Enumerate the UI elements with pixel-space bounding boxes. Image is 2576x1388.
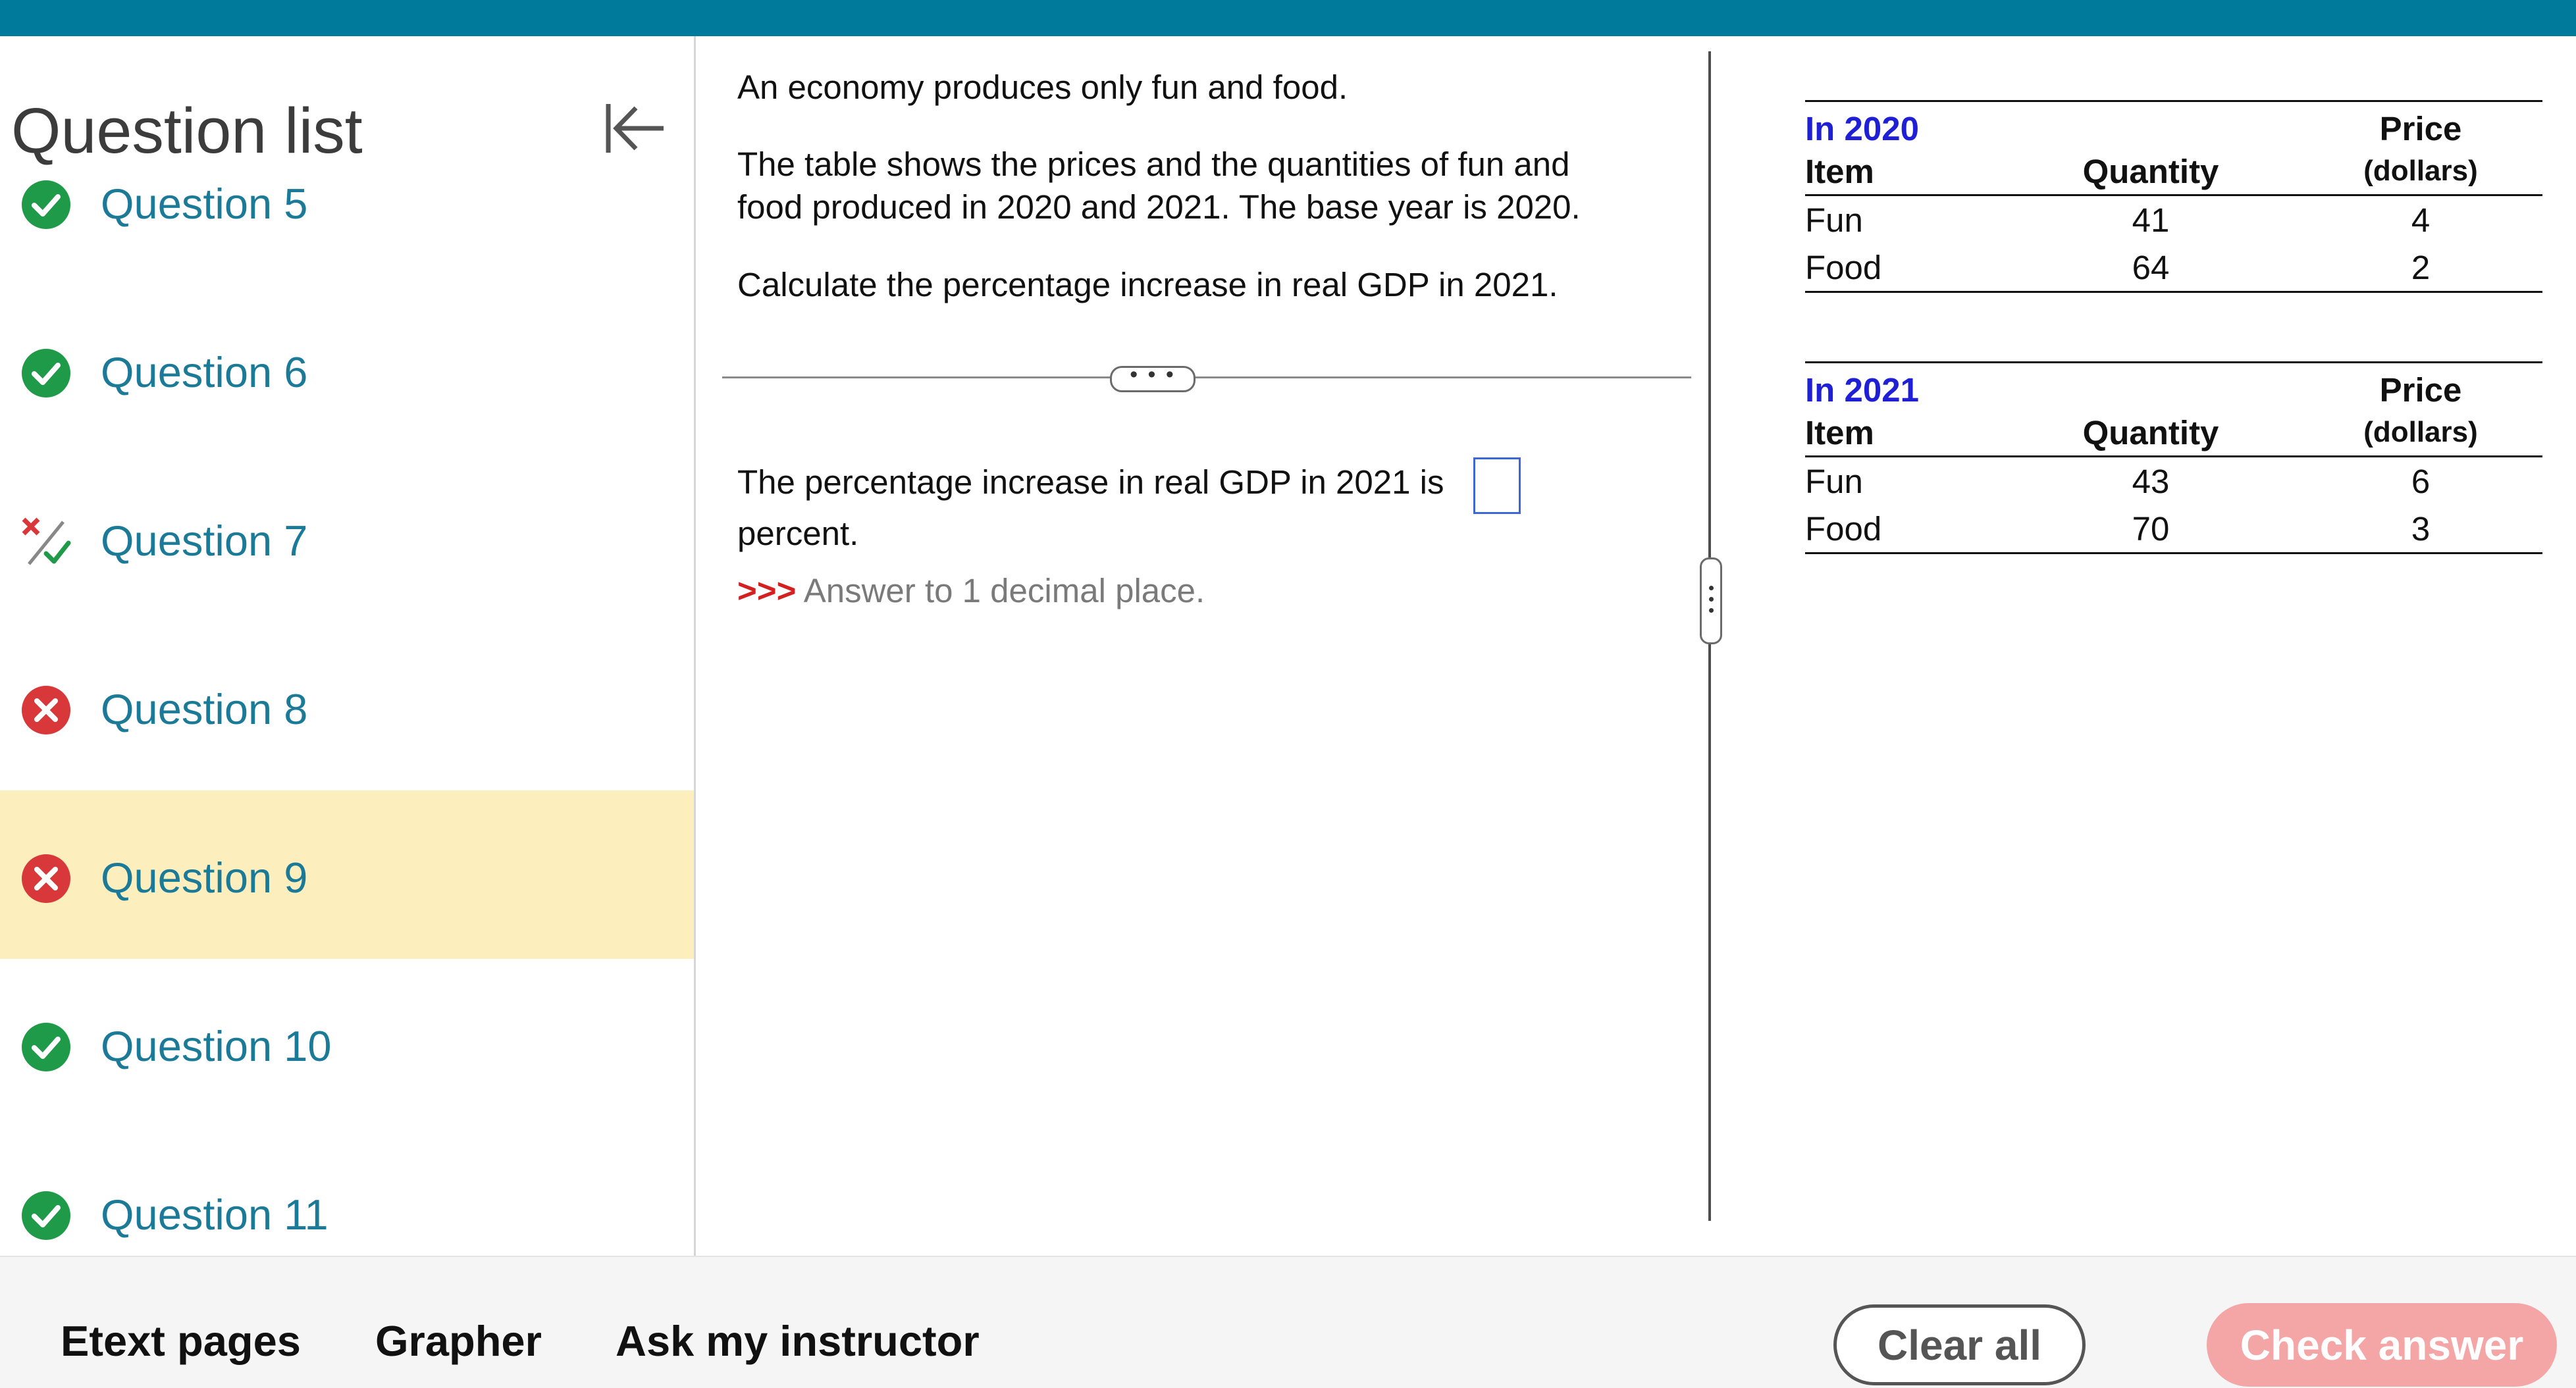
question-task: Calculate the percentage increase in rea… <box>737 266 1558 303</box>
table-2021: In 2021 Price Item Quantity (dollars) Fu… <box>1805 361 2542 554</box>
quantity-cell: 43 <box>2132 462 2170 500</box>
item-cell: Food <box>1805 244 2003 293</box>
grip-dot <box>1709 608 1714 613</box>
quantity-header: Quantity <box>2003 409 2299 457</box>
question-label: Question 6 <box>101 348 308 396</box>
question-label: Question 8 <box>101 685 308 733</box>
quantity-header: Quantity <box>2003 148 2299 196</box>
table-row: Fun 41 4 <box>1805 195 2542 244</box>
price-cell: 2 <box>2299 244 2542 293</box>
price-unit-header: (dollars) <box>2299 409 2542 457</box>
item-header: Item <box>1805 148 2003 196</box>
question-list-panel: Question list Question 5 Question 6 Ques… <box>0 36 696 1256</box>
question-item-10[interactable]: Question 10 <box>0 959 694 1127</box>
question-item-11[interactable]: Question 11 <box>0 1127 694 1256</box>
x-circle-icon <box>22 686 70 734</box>
quantity-cell: 41 <box>2132 201 2170 239</box>
panel-resize-handle[interactable] <box>1700 557 1722 644</box>
item-cell: Fun <box>1805 201 1863 239</box>
table-2020: In 2020 Price Item Quantity (dollars) Fu… <box>1805 100 2542 293</box>
check-circle-icon <box>22 180 70 229</box>
question-text-line-1: The table shows the prices and the quant… <box>737 145 1570 183</box>
section-divider <box>722 376 1691 378</box>
data-tables: In 2020 Price Item Quantity (dollars) Fu… <box>1805 100 2542 554</box>
x-circle-icon <box>22 854 70 903</box>
etext-pages-link[interactable]: Etext pages <box>61 1316 301 1366</box>
price-cell: 3 <box>2299 505 2542 554</box>
top-bar <box>0 0 2576 36</box>
table-row: Fun 43 6 <box>1805 457 2542 505</box>
question-item-5[interactable]: Question 5 <box>0 116 694 285</box>
price-cell: 6 <box>2411 462 2431 500</box>
question-item-6[interactable]: Question 6 <box>0 285 694 453</box>
partial-credit-icon <box>22 517 71 565</box>
question-label: Question 9 <box>101 854 308 902</box>
question-label: Question 11 <box>101 1191 329 1239</box>
hint-line: >>> Answer to 1 decimal place. <box>737 571 1205 610</box>
answer-input[interactable] <box>1473 457 1521 514</box>
expand-more-button[interactable]: • • • <box>1110 363 1196 392</box>
quantity-cell: 64 <box>2003 244 2299 293</box>
clear-all-button[interactable]: Clear all <box>1833 1304 2086 1385</box>
check-circle-icon <box>22 1191 70 1240</box>
check-circle-icon <box>22 349 70 398</box>
check-circle-icon <box>22 1023 70 1071</box>
table-year-label: In 2021 <box>1805 361 2003 409</box>
check-answer-button[interactable]: Check answer <box>2207 1303 2557 1387</box>
question-intro: An economy produces only fun and food. <box>737 68 1348 106</box>
price-cell: 4 <box>2411 201 2431 239</box>
grapher-link[interactable]: Grapher <box>375 1316 542 1366</box>
table-year-label: In 2020 <box>1805 100 2003 148</box>
question-label: Question 5 <box>101 180 308 228</box>
question-label: Question 7 <box>101 517 308 565</box>
item-header: Item <box>1805 409 2003 457</box>
question-label: Question 10 <box>101 1022 332 1070</box>
grip-dot <box>1709 597 1714 602</box>
quantity-cell: 70 <box>2003 505 2299 554</box>
answer-prompt: The percentage increase in real GDP in 2… <box>737 463 1444 501</box>
grip-dot <box>1709 586 1714 590</box>
item-cell: Fun <box>1805 462 1863 500</box>
price-header: Price <box>2299 361 2542 409</box>
question-item-7[interactable]: Question 7 <box>0 453 694 622</box>
hint-text: Answer to 1 decimal place. <box>803 572 1205 609</box>
price-unit-header: (dollars) <box>2299 148 2542 196</box>
table-row: Food 70 3 <box>1805 505 2542 554</box>
hint-arrows: >>> <box>737 572 797 609</box>
question-item-9[interactable]: Question 9 <box>0 790 694 959</box>
bottom-toolbar: Etext pages Grapher Ask my instructor Cl… <box>0 1256 2576 1388</box>
price-header: Price <box>2299 100 2542 148</box>
answer-unit: percent. <box>737 515 859 552</box>
question-text-line-2: food produced in 2020 and 2021. The base… <box>737 188 1581 226</box>
question-item-8[interactable]: Question 8 <box>0 622 694 790</box>
question-panel: An economy produces only fun and food. T… <box>696 36 1710 1256</box>
table-row: Food 64 2 <box>1805 244 2542 293</box>
item-cell: Food <box>1805 505 2003 554</box>
ask-instructor-link[interactable]: Ask my instructor <box>616 1316 980 1366</box>
